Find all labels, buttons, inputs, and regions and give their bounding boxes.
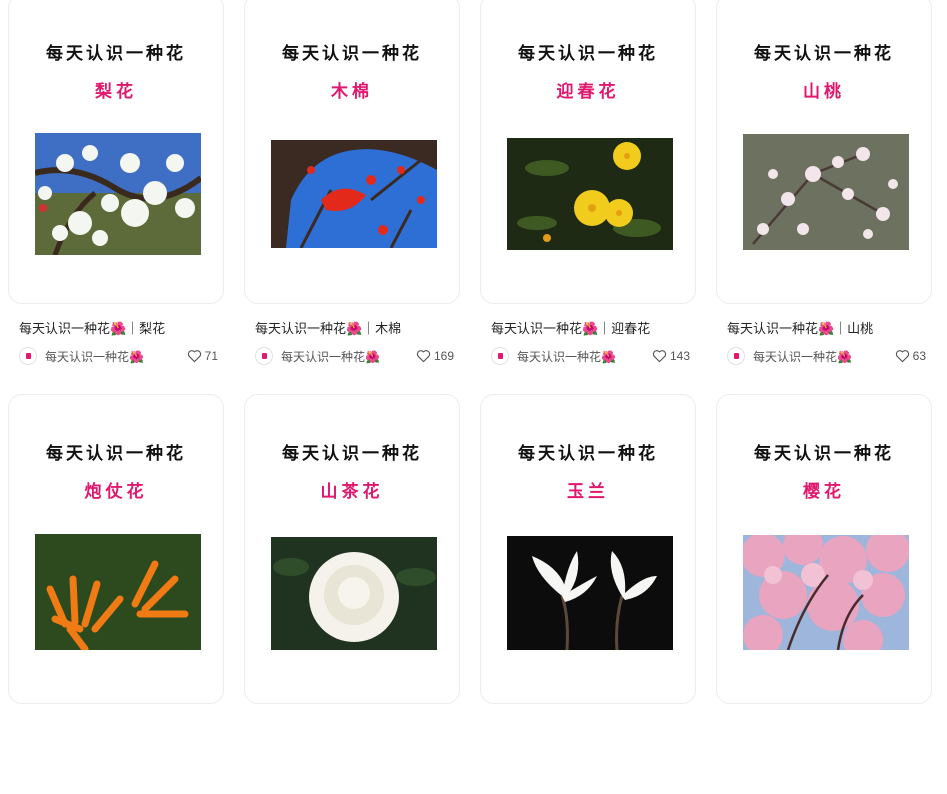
like-button[interactable]: 143 — [652, 349, 690, 363]
note-title[interactable]: 每天认识一种花🌺｜迎春花 — [491, 318, 650, 337]
note-cover[interactable]: 每天认识一种花 玉兰 — [480, 394, 696, 704]
cover-flower-name: 炮仗花 — [84, 482, 148, 502]
flower-photo-mountain-peach — [743, 134, 909, 250]
cover-heading: 每天认识一种花 — [46, 444, 186, 464]
like-count: 169 — [433, 349, 454, 363]
note-cover[interactable]: 每天认识一种花 樱花 — [716, 394, 932, 704]
cover-heading: 每天认识一种花 — [518, 44, 658, 64]
author-avatar[interactable] — [19, 347, 37, 365]
cover-heading: 每天认识一种花 — [282, 444, 422, 464]
cover-heading: 每天认识一种花 — [282, 44, 422, 64]
note-card[interactable]: 每天认识一种花 梨花 每天认识一种花🌺｜梨花 每天认识一种花🌺 71 — [8, 0, 224, 394]
note-card[interactable]: 每天认识一种花 樱花 — [716, 394, 932, 794]
heart-icon — [895, 350, 909, 363]
cover-flower-name: 山茶花 — [320, 482, 384, 502]
note-cover[interactable]: 每天认识一种花 山茶花 — [244, 394, 460, 704]
cover-flower-name: 迎春花 — [556, 82, 620, 102]
flower-photo-camellia — [271, 537, 437, 650]
note-title[interactable]: 每天认识一种花🌺｜梨花 — [19, 318, 165, 337]
cover-heading: 每天认识一种花 — [754, 444, 894, 464]
note-card[interactable]: 每天认识一种花 木棉 每天认识一种花🌺｜木棉 每天认识一种花🌺 169 — [244, 0, 460, 394]
like-button[interactable]: 169 — [416, 349, 454, 363]
flower-photo-winter-jasmine — [507, 138, 673, 250]
like-count: 143 — [669, 349, 690, 363]
cover-flower-name: 山桃 — [803, 82, 845, 102]
author-avatar[interactable] — [727, 347, 745, 365]
cover-flower-name: 梨花 — [95, 82, 137, 102]
cover-flower-name: 木棉 — [331, 82, 373, 102]
author-avatar[interactable] — [491, 347, 509, 365]
note-title[interactable]: 每天认识一种花🌺｜木棉 — [255, 318, 401, 337]
cover-heading: 每天认识一种花 — [754, 44, 894, 64]
note-meta: 每天认识一种花🌺 169 — [255, 346, 454, 366]
flower-photo-magnolia — [507, 536, 673, 650]
note-cover[interactable]: 每天认识一种花 迎春花 — [480, 0, 696, 304]
note-card[interactable]: 每天认识一种花 山桃 每天认识一种花🌺｜山桃 每天认识一种花🌺 63 — [716, 0, 932, 394]
note-meta: 每天认识一种花🌺 143 — [491, 346, 690, 366]
author-name[interactable]: 每天认识一种花🌺 — [45, 348, 144, 365]
like-count: 63 — [912, 349, 926, 363]
note-cover[interactable]: 每天认识一种花 炮仗花 — [8, 394, 224, 704]
cover-heading: 每天认识一种花 — [46, 44, 186, 64]
note-cover[interactable]: 每天认识一种花 木棉 — [244, 0, 460, 304]
heart-icon — [416, 350, 431, 363]
cover-flower-name: 玉兰 — [567, 482, 609, 502]
note-cover[interactable]: 每天认识一种花 梨花 — [8, 0, 224, 304]
cover-flower-name: 樱花 — [803, 482, 845, 502]
note-feed-grid: 每天认识一种花 梨花 每天认识一种花🌺｜梨花 每天认识一种花🌺 71 每天认识一… — [8, 0, 932, 794]
note-title[interactable]: 每天认识一种花🌺｜山桃 — [727, 318, 873, 337]
note-card[interactable]: 每天认识一种花 山茶花 — [244, 394, 460, 794]
flower-photo-firecracker-vine — [35, 534, 201, 650]
like-button[interactable]: 71 — [187, 349, 218, 363]
flower-photo-kapok-flower — [271, 140, 437, 248]
heart-icon — [187, 350, 201, 363]
author-name[interactable]: 每天认识一种花🌺 — [517, 348, 616, 365]
flower-photo-pear-blossom — [35, 133, 201, 255]
note-meta: 每天认识一种花🌺 71 — [19, 346, 218, 366]
cover-heading: 每天认识一种花 — [518, 444, 658, 464]
note-cover[interactable]: 每天认识一种花 山桃 — [716, 0, 932, 304]
note-card[interactable]: 每天认识一种花 玉兰 — [480, 394, 696, 794]
author-name[interactable]: 每天认识一种花🌺 — [281, 348, 380, 365]
heart-icon — [652, 350, 667, 363]
note-card[interactable]: 每天认识一种花 炮仗花 — [8, 394, 224, 794]
like-count: 71 — [204, 349, 218, 363]
like-button[interactable]: 63 — [895, 349, 926, 363]
flower-photo-cherry-blossom — [743, 535, 909, 650]
author-name[interactable]: 每天认识一种花🌺 — [753, 348, 852, 365]
note-meta: 每天认识一种花🌺 63 — [727, 346, 926, 366]
author-avatar[interactable] — [255, 347, 273, 365]
note-card[interactable]: 每天认识一种花 迎春花 每天认识一种花🌺｜迎春花 每天认识一种花🌺 143 — [480, 0, 696, 394]
